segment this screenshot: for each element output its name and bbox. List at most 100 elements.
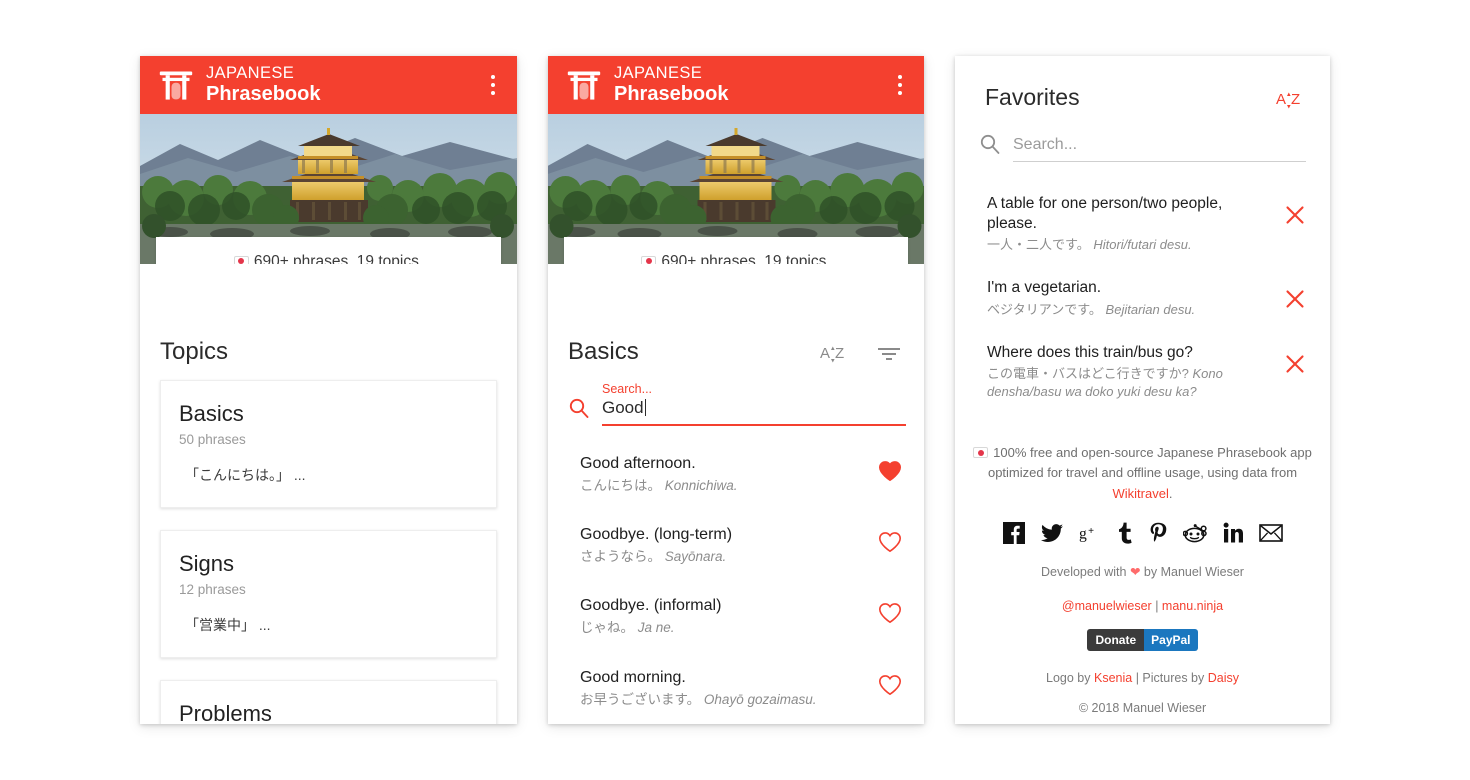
search-icon[interactable] xyxy=(979,133,1001,155)
svg-text:Z: Z xyxy=(835,345,844,362)
list-item[interactable]: A table for one person/two people, pleas… xyxy=(955,194,1330,254)
website-link[interactable]: manu.ninja xyxy=(1162,599,1223,613)
phrase-kana: ベジタリアンです。 xyxy=(987,301,1102,317)
twitter-icon[interactable] xyxy=(1040,523,1063,543)
search-input-value: Good xyxy=(602,398,644,417)
favorite-heart-icon[interactable] xyxy=(878,674,902,696)
topic-card-problems[interactable]: Problems xyxy=(160,680,497,724)
phrase-romaji: Ohayō gozaimasu. xyxy=(703,691,817,707)
sort-alpha-icon[interactable]: A Z xyxy=(820,339,850,365)
developer-name-text: by Manuel Wieser xyxy=(1140,564,1244,579)
developer-credit: Developed with ❤ by Manuel Wieser xyxy=(973,564,1312,579)
basics-header-actions: A Z xyxy=(820,339,902,365)
footer-desc-text: 100% free and open-source Japanese Phras… xyxy=(987,445,1312,481)
phrase-romaji: Sayōnara. xyxy=(664,549,727,565)
social-links: g + xyxy=(973,521,1312,544)
page-title: Basics xyxy=(568,338,639,365)
app-bar-topics: JAPANESE Phrasebook xyxy=(140,56,517,114)
pinterest-icon[interactable] xyxy=(1149,522,1167,544)
torii-gate-icon xyxy=(567,71,601,100)
tumblr-icon[interactable] xyxy=(1117,522,1133,544)
favorite-heart-icon[interactable] xyxy=(878,531,902,553)
heart-icon: ❤ xyxy=(1129,564,1141,579)
basics-search-field[interactable]: Search... Good xyxy=(602,382,906,426)
ksenia-link[interactable]: Ksenia xyxy=(1094,671,1132,685)
topic-name: Signs xyxy=(179,551,235,576)
favorite-text: Where does this train/bus go? この電車・バスはどこ… xyxy=(987,343,1284,402)
screenshot-root: JAPANESE Phrasebook 690+ phrases, 19 top… xyxy=(0,0,1470,780)
hero-spacer xyxy=(548,264,924,322)
reddit-icon[interactable] xyxy=(1182,522,1207,543)
search-input[interactable]: Good xyxy=(602,398,906,426)
topic-sample-phrase: 「こんにちは。」 ... xyxy=(185,467,306,483)
email-icon[interactable] xyxy=(1258,523,1283,542)
phrase-japanese: こんにちは。 Konnichiwa. xyxy=(580,477,866,495)
phrase-english: Where does this train/bus go? xyxy=(987,343,1193,361)
hero-spacer xyxy=(140,264,517,322)
topics-panel: JAPANESE Phrasebook 690+ phrases, 19 top… xyxy=(140,56,517,724)
phrase-kana: じゃね。 xyxy=(580,620,634,636)
brand-line-2: Phrasebook xyxy=(206,82,321,105)
favorite-heart-icon[interactable] xyxy=(878,602,902,624)
search-floating-label: Search... xyxy=(602,382,653,396)
topic-card-basics[interactable]: Basics 50 phrases 「こんにちは。」 ... xyxy=(160,380,497,508)
japan-flag-icon xyxy=(641,255,657,264)
list-item[interactable]: Good afternoon. こんにちは。 Konnichiwa. xyxy=(548,454,924,495)
japan-flag-icon xyxy=(233,255,249,264)
phrase-japanese: ベジタリアンです。 Bejitarian desu. xyxy=(987,301,1270,319)
favorites-search-row: Search... xyxy=(955,111,1330,162)
list-item[interactable]: Goodbye. (informal) じゃね。 Ja ne. xyxy=(548,596,924,637)
phrase-english: Goodbye. (informal) xyxy=(580,597,722,615)
favorites-search-field[interactable]: Search... xyxy=(1013,136,1306,162)
topics-card-list: Basics 50 phrases 「こんにちは。」 ... Signs 12 … xyxy=(140,376,517,724)
linkedin-icon[interactable] xyxy=(1223,522,1243,544)
phrase-text: Goodbye. (long-term) さようなら。 Sayōnara. xyxy=(580,525,878,566)
phrase-text: Good afternoon. こんにちは。 Konnichiwa. xyxy=(580,454,878,495)
sort-alpha-icon[interactable]: A Z xyxy=(1276,85,1306,111)
phrase-japanese: さようなら。 Sayōnara. xyxy=(580,548,866,566)
close-icon[interactable] xyxy=(1284,353,1306,375)
brand-title: JAPANESE Phrasebook xyxy=(614,64,728,105)
close-icon[interactable] xyxy=(1284,288,1306,310)
phrase-english: Goodbye. (long-term) xyxy=(580,526,733,544)
torii-gate-icon xyxy=(159,71,193,100)
hero-image-kinkakuji: 690+ phrases, 19 topics, optimized for t… xyxy=(140,114,517,264)
daisy-link[interactable]: Daisy xyxy=(1208,671,1239,685)
search-input[interactable]: Search... xyxy=(1013,136,1306,162)
svg-text:Z: Z xyxy=(1291,91,1300,108)
brand-line-1: JAPANESE xyxy=(614,64,703,83)
paypal-donate-button[interactable]: Donate PayPal xyxy=(1087,628,1198,651)
phrase-english: Good afternoon. xyxy=(580,455,696,472)
basics-section-header: Basics A Z xyxy=(548,322,924,376)
kebab-menu-icon[interactable] xyxy=(491,75,495,95)
search-icon[interactable] xyxy=(568,397,590,419)
svg-text:g: g xyxy=(1079,525,1087,542)
paypal-donate-label: Donate xyxy=(1087,628,1145,651)
phrase-kana: お早うございます。 xyxy=(580,691,701,707)
basics-search-row: Search... Good xyxy=(548,376,924,426)
list-item[interactable]: Where does this train/bus go? この電車・バスはどこ… xyxy=(955,343,1330,402)
facebook-icon[interactable] xyxy=(1002,521,1025,544)
list-item[interactable]: I'm a vegetarian. ベジタリアンです。 Bejitarian d… xyxy=(955,278,1330,318)
googleplus-icon[interactable]: g + xyxy=(1079,523,1101,543)
phrase-romaji: Ja ne. xyxy=(637,620,675,636)
phrase-japanese: 一人・二人です。 Hitori/futari desu. xyxy=(987,236,1270,254)
copyright-text: © 2018 Manuel Wieser xyxy=(1078,700,1207,715)
svg-text:+: + xyxy=(1088,526,1094,537)
phrase-english: Good morning. xyxy=(580,668,686,686)
wikitravel-link[interactable]: Wikitravel xyxy=(1113,486,1169,501)
filter-icon[interactable] xyxy=(876,341,902,363)
phrase-japanese: じゃね。 Ja ne. xyxy=(580,619,866,637)
list-item[interactable]: Goodbye. (long-term) さようなら。 Sayōnara. xyxy=(548,525,924,566)
topic-card-signs[interactable]: Signs 12 phrases 「営業中」 ... xyxy=(160,530,497,658)
close-icon[interactable] xyxy=(1284,204,1306,226)
topic-sample-phrase: 「営業中」 ... xyxy=(185,617,271,633)
topic-phrase-count: 12 phrases xyxy=(179,582,246,597)
favorite-heart-icon[interactable] xyxy=(878,460,902,482)
twitter-handle-link[interactable]: @manuelwieser xyxy=(1062,599,1152,613)
topic-phrase-count: 50 phrases xyxy=(179,432,246,447)
list-item[interactable]: Good morning. お早うございます。 Ohayō gozaimasu. xyxy=(548,668,924,709)
kebab-menu-icon[interactable] xyxy=(898,75,902,95)
phrase-english: A table for one person/two people, pleas… xyxy=(987,195,1223,233)
hero-blurb-line-1: 690+ phrases, 19 topics, xyxy=(661,253,831,264)
